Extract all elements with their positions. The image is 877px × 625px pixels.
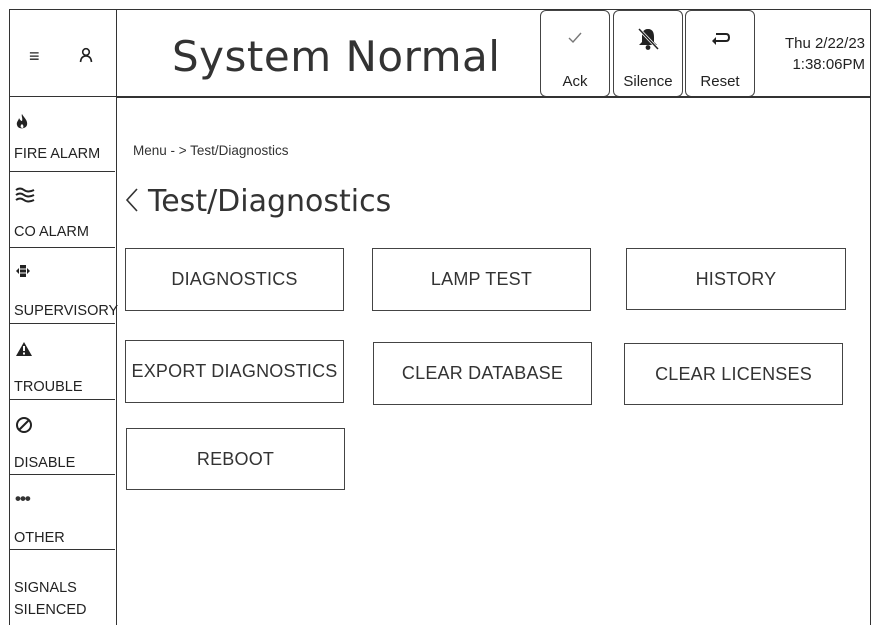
export-diagnostics-button[interactable]: EXPORT DIAGNOSTICS (125, 340, 344, 403)
silence-label: Silence (623, 73, 673, 90)
sidebar-item-label: CO ALARM (14, 224, 89, 240)
date-text: Thu 2/22/23 (784, 35, 865, 52)
lamp-test-button[interactable]: LAMP TEST (372, 248, 591, 311)
ack-label: Ack (562, 73, 588, 90)
sidebar-item-co-alarm[interactable]: CO ALARM (9, 172, 115, 248)
page-title: Test/Diagnostics (148, 184, 392, 219)
app-frame (9, 9, 871, 625)
sidebar-item-disable[interactable]: DISABLE (9, 400, 115, 475)
time-text: 1:38:06PM (792, 56, 865, 73)
more-icon: ••• (15, 489, 31, 508)
sidebar-item-label: FIRE ALARM (14, 146, 101, 162)
sidebar-item-label: OTHER (14, 530, 65, 546)
check-icon (541, 29, 609, 50)
sidebar-item-supervisory[interactable]: SUPERVISORY (9, 248, 119, 324)
warning-icon (15, 341, 33, 362)
sidebar-item-label: SUPERVISORY (14, 303, 119, 319)
sidebar-item-signals-silenced[interactable]: SIGNALS SILENCED (9, 550, 99, 625)
sidebar: FIRE ALARM CO ALARM SUPERVISORY TROUBLE (9, 97, 119, 625)
history-button[interactable]: HISTORY (626, 248, 846, 310)
user-icon[interactable] (79, 47, 93, 68)
waves-icon (15, 186, 35, 209)
reboot-button[interactable]: REBOOT (126, 428, 345, 490)
sidebar-item-other[interactable]: ••• OTHER (9, 475, 115, 550)
clear-database-button[interactable]: CLEAR DATABASE (373, 342, 592, 405)
sidebar-item-trouble[interactable]: TROUBLE (9, 324, 115, 400)
reset-arrow-icon (686, 31, 754, 52)
bell-muted-icon (614, 26, 682, 57)
supervisory-icon (15, 263, 31, 284)
sidebar-item-label: TROUBLE (14, 379, 83, 395)
header-divider (117, 96, 871, 98)
sidebar-item-label: DISABLE (14, 455, 76, 471)
flame-icon (15, 113, 29, 136)
system-status-title: System Normal (172, 32, 501, 81)
breadcrumb: Menu - > Test/Diagnostics (133, 143, 289, 158)
diagnostics-button[interactable]: DIAGNOSTICS (125, 248, 344, 311)
reset-button[interactable]: Reset (685, 10, 755, 97)
header-menu-cell: ≡ (9, 9, 117, 97)
sidebar-item-fire-alarm[interactable]: FIRE ALARM (9, 97, 115, 172)
clear-licenses-button[interactable]: CLEAR LICENSES (624, 343, 843, 405)
ack-button[interactable]: Ack (540, 10, 610, 97)
page-title-row: Test/Diagnostics (124, 184, 391, 219)
hamburger-icon[interactable]: ≡ (29, 47, 40, 65)
date-time-display: Thu 2/22/23 1:38:06PM (785, 33, 865, 75)
sidebar-item-label: SIGNALS SILENCED (14, 580, 87, 618)
reset-label: Reset (700, 73, 740, 90)
back-arrow-icon[interactable] (124, 184, 140, 219)
prohibited-icon (15, 416, 33, 439)
silence-button[interactable]: Silence (613, 10, 683, 97)
